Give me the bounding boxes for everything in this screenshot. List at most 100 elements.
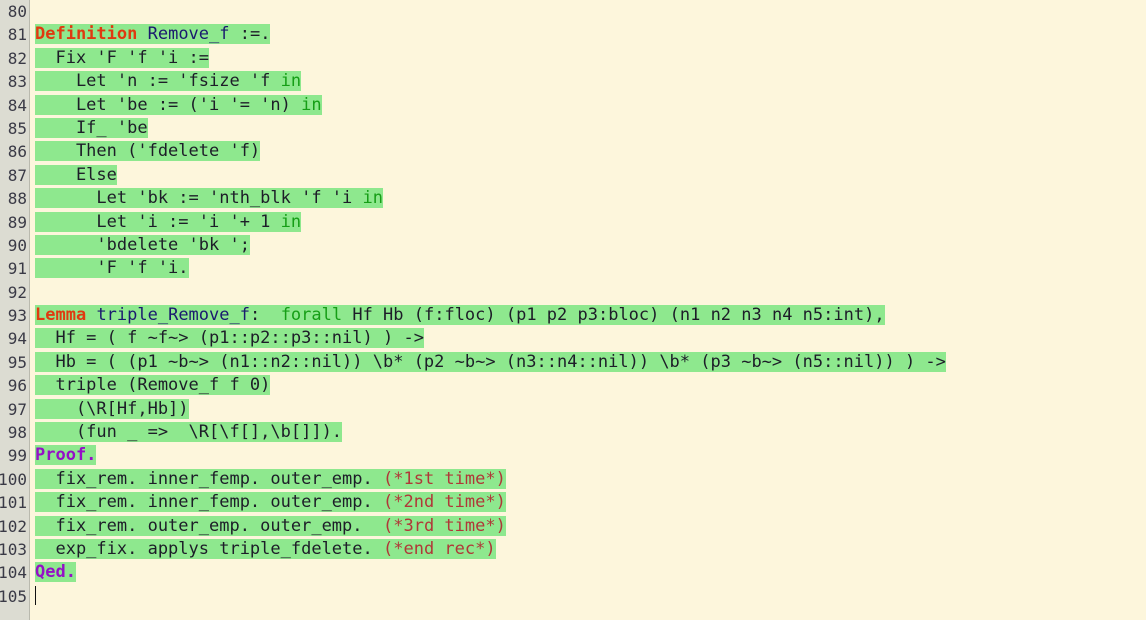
code-line[interactable]: Qed. <box>35 561 1146 584</box>
line-number: 80 <box>7 2 27 21</box>
code-token: Proof. <box>35 445 97 466</box>
processed-code-span: Proof. <box>35 445 97 466</box>
code-area[interactable]: Definition Remove_f :=. Fix 'F 'f 'i := … <box>30 0 1146 620</box>
code-token: in <box>280 211 302 232</box>
processed-code-span: (fun _ => \R[\f[],\b[]]). <box>35 422 343 443</box>
line-number: 96 <box>7 376 27 396</box>
processed-code-span: (\R[Hf,Hb]) <box>35 398 189 419</box>
code-line[interactable] <box>35 585 1146 608</box>
code-line[interactable]: fix_rem. inner_femp. outer_emp. (*2nd ti… <box>35 491 1146 514</box>
line-number: 98 <box>7 423 27 443</box>
code-line[interactable]: Let 'bk := 'nth_blk 'f 'i in <box>35 187 1146 210</box>
code-line[interactable]: 'F 'f 'i. <box>35 257 1146 280</box>
line-number: 88 <box>7 189 27 209</box>
processed-code-span: Qed. <box>35 562 76 583</box>
code-line[interactable]: Let 'i := 'i '+ 1 in <box>35 211 1146 234</box>
code-token: Let 'n := 'fsize 'f <box>35 71 281 92</box>
code-line[interactable]: Else <box>35 164 1146 187</box>
line-number: 99 <box>7 446 27 466</box>
code-token: : <box>249 305 281 326</box>
processed-code-span: Fix 'F 'f 'i := <box>35 47 209 68</box>
code-token: fix_rem. inner_femp. outer_emp. <box>35 492 383 513</box>
code-token: triple_Remove_f <box>96 305 250 326</box>
code-token: forall <box>280 305 343 326</box>
line-number: 105 <box>0 586 27 606</box>
code-line[interactable]: Let 'n := 'fsize 'f in <box>35 70 1146 93</box>
code-token: :=. <box>229 24 271 45</box>
processed-code-span: Let 'n := 'fsize 'f in <box>35 71 302 92</box>
code-line[interactable]: Let 'be := ('i '= 'n) in <box>35 94 1146 117</box>
line-number: 89 <box>7 212 27 232</box>
processed-code-span: fix_rem. outer_emp. outer_emp. (*3rd tim… <box>35 515 506 536</box>
line-number: 82 <box>7 48 27 68</box>
line-number: 93 <box>7 306 27 326</box>
code-token: Hb = ( (p1 ~b~> (n1::n2::nil)) \b* (p2 ~… <box>35 351 946 372</box>
code-token: Remove_f <box>147 24 230 45</box>
code-line[interactable]: Lemma triple_Remove_f: forall Hf Hb (f:f… <box>35 304 1146 327</box>
code-token: triple (Remove_f f 0) <box>35 375 271 396</box>
code-token: in <box>362 188 383 209</box>
code-token: Hf = ( f ~f~> (p1::p2::p3::nil) ) -> <box>35 328 424 349</box>
code-line[interactable]: Fix 'F 'f 'i := <box>35 47 1146 70</box>
line-number: 81 <box>7 25 27 45</box>
code-token: Let 'bk := 'nth_blk 'f 'i <box>35 188 363 209</box>
coq-editor-window[interactable]: 80 81 82 83 84 85 86 87 88 89 90 91 92 93 94 95 96 97 98 99… <box>0 0 1146 620</box>
line-number: 95 <box>7 352 27 372</box>
line-number: 83 <box>7 72 27 92</box>
processed-code-span: exp_fix. applys triple_fdelete. (*end re… <box>35 538 496 559</box>
code-token: (*2nd time*) <box>383 492 506 513</box>
code-token: fix_rem. outer_emp. outer_emp. <box>35 515 383 536</box>
code-token: fix_rem. inner_femp. outer_emp. <box>35 468 383 489</box>
code-line[interactable]: (\R[Hf,Hb]) <box>35 398 1146 421</box>
processed-code-span: Definition Remove_f :=. <box>35 24 271 45</box>
line-number: 97 <box>7 399 27 419</box>
code-token: Fix 'F 'f 'i := <box>35 47 209 68</box>
code-token: Lemma <box>35 305 87 326</box>
code-line[interactable]: Then ('fdelete 'f) <box>35 140 1146 163</box>
code-line[interactable]: 'bdelete 'bk '; <box>35 234 1146 257</box>
code-token: (*end rec*) <box>383 538 496 559</box>
code-token: in <box>280 71 302 92</box>
code-line[interactable]: exp_fix. applys triple_fdelete. (*end re… <box>35 538 1146 561</box>
code-token: Qed. <box>35 562 76 583</box>
line-number: 94 <box>7 329 27 349</box>
processed-code-span: 'bdelete 'bk '; <box>35 234 250 255</box>
code-token: Let 'i := 'i '+ 1 <box>35 211 281 232</box>
processed-code-span: fix_rem. inner_femp. outer_emp. (*2nd ti… <box>35 492 506 513</box>
code-line[interactable]: (fun _ => \R[\f[],\b[]]). <box>35 421 1146 444</box>
line-number-gutter: 80 81 82 83 84 85 86 87 88 89 90 91 92 93 94 95 96 97 98 99… <box>0 0 30 620</box>
code-token: (fun _ => \R[\f[],\b[]]). <box>35 422 343 443</box>
line-number: 86 <box>7 142 27 162</box>
code-token: 'bdelete 'bk '; <box>35 234 250 255</box>
line-number: 101 <box>0 493 27 513</box>
line-number: 100 <box>0 469 27 489</box>
code-line[interactable]: fix_rem. outer_emp. outer_emp. (*3rd tim… <box>35 515 1146 538</box>
code-line[interactable]: Hf = ( f ~f~> (p1::p2::p3::nil) ) -> <box>35 327 1146 350</box>
code-token: in <box>301 94 322 115</box>
line-number: 84 <box>7 95 27 115</box>
code-line[interactable]: fix_rem. inner_femp. outer_emp. (*1st ti… <box>35 468 1146 491</box>
processed-code-span: Let 'i := 'i '+ 1 in <box>35 211 302 232</box>
code-token: Hf Hb (f:floc) (p1 p2 p3:bloc) (n1 n2 n3… <box>342 305 885 326</box>
line-number: 91 <box>7 259 27 279</box>
code-token: Else <box>35 164 117 185</box>
processed-code-span: Then ('fdelete 'f) <box>35 141 261 162</box>
code-line[interactable]: Proof. <box>35 444 1146 467</box>
processed-code-span: Hf = ( f ~f~> (p1::p2::p3::nil) ) -> <box>35 328 424 349</box>
code-token: 'F 'f 'i. <box>35 258 189 279</box>
code-token: (*1st time*) <box>383 468 506 489</box>
code-line[interactable] <box>35 0 1146 23</box>
code-token: (\R[Hf,Hb]) <box>35 398 189 419</box>
processed-code-span: If_ 'be <box>35 117 148 138</box>
code-line[interactable]: triple (Remove_f f 0) <box>35 374 1146 397</box>
code-line[interactable] <box>35 281 1146 304</box>
code-token: (*3rd time*) <box>383 515 506 536</box>
line-number: 103 <box>0 539 27 559</box>
code-line[interactable]: Definition Remove_f :=. <box>35 23 1146 46</box>
processed-code-span: Hb = ( (p1 ~b~> (n1::n2::nil)) \b* (p2 ~… <box>35 351 946 372</box>
code-line[interactable]: Hb = ( (p1 ~b~> (n1::n2::nil)) \b* (p2 ~… <box>35 351 1146 374</box>
processed-code-span: Lemma triple_Remove_f: forall Hf Hb (f:f… <box>35 305 885 326</box>
code-line[interactable]: If_ 'be <box>35 117 1146 140</box>
